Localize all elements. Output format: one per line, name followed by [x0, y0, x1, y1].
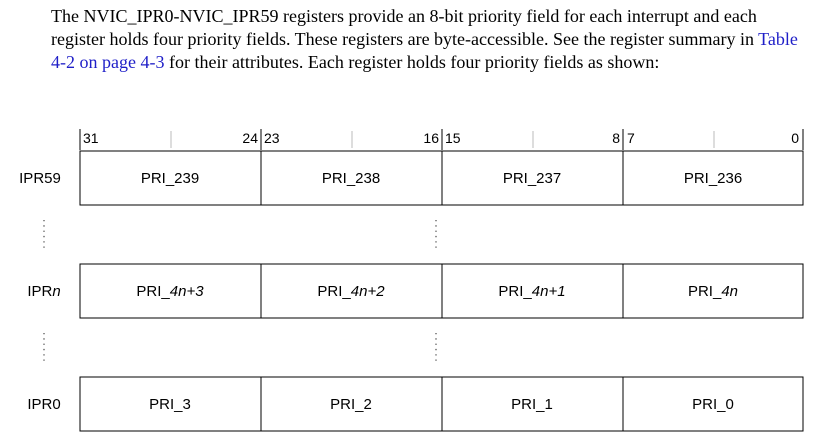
register-row-ipr59: IPR59 PRI_239 PRI_238 PRI_237 PRI_236 — [19, 150, 804, 206]
register-name-ipr59: IPR59 — [19, 170, 61, 187]
bit-15-label: 15 — [445, 130, 461, 146]
field-pri-238: PRI_238 — [322, 170, 380, 187]
vertical-ellipsis-upper — [43, 220, 437, 250]
bit-23-label: 23 — [264, 130, 280, 146]
register-name-iprn: IPRn — [27, 283, 60, 300]
field-pri-237: PRI_237 — [503, 170, 561, 187]
field-pri-236: PRI_236 — [684, 170, 742, 187]
bit-ruler: 31 24 23 16 15 8 7 0 — [79, 129, 804, 150]
field-pri-4n3: PRI_4n+3 — [136, 283, 204, 300]
field-pri-0: PRI_0 — [692, 396, 734, 413]
bit-24-label: 24 — [242, 130, 258, 146]
field-pri-2: PRI_2 — [330, 396, 372, 413]
field-pri-3: PRI_3 — [149, 396, 191, 413]
register-row-iprn: IPRn PRI_4n+3 PRI_4n+2 PRI_4n+1 PRI_4n — [27, 263, 804, 319]
bit-0-label: 0 — [791, 130, 799, 146]
bit-31-label: 31 — [83, 130, 99, 146]
register-row-ipr0: IPR0 PRI_3 PRI_2 PRI_1 PRI_0 — [27, 376, 804, 432]
field-pri-4n: PRI_4n — [688, 283, 738, 300]
bit-7-label: 7 — [627, 130, 635, 146]
bit-8-label: 8 — [612, 130, 620, 146]
vertical-ellipsis-lower — [43, 333, 437, 363]
field-pri-239: PRI_239 — [141, 170, 199, 187]
field-pri-4n1: PRI_4n+1 — [498, 283, 565, 300]
field-pri-1: PRI_1 — [511, 396, 553, 413]
register-diagram: 31 24 23 16 15 8 7 0 IPR59 PRI_239 PRI_2… — [19, 129, 804, 432]
field-pri-4n2: PRI_4n+2 — [317, 283, 385, 300]
register-name-ipr0: IPR0 — [27, 396, 60, 413]
bit-16-label: 16 — [423, 130, 439, 146]
